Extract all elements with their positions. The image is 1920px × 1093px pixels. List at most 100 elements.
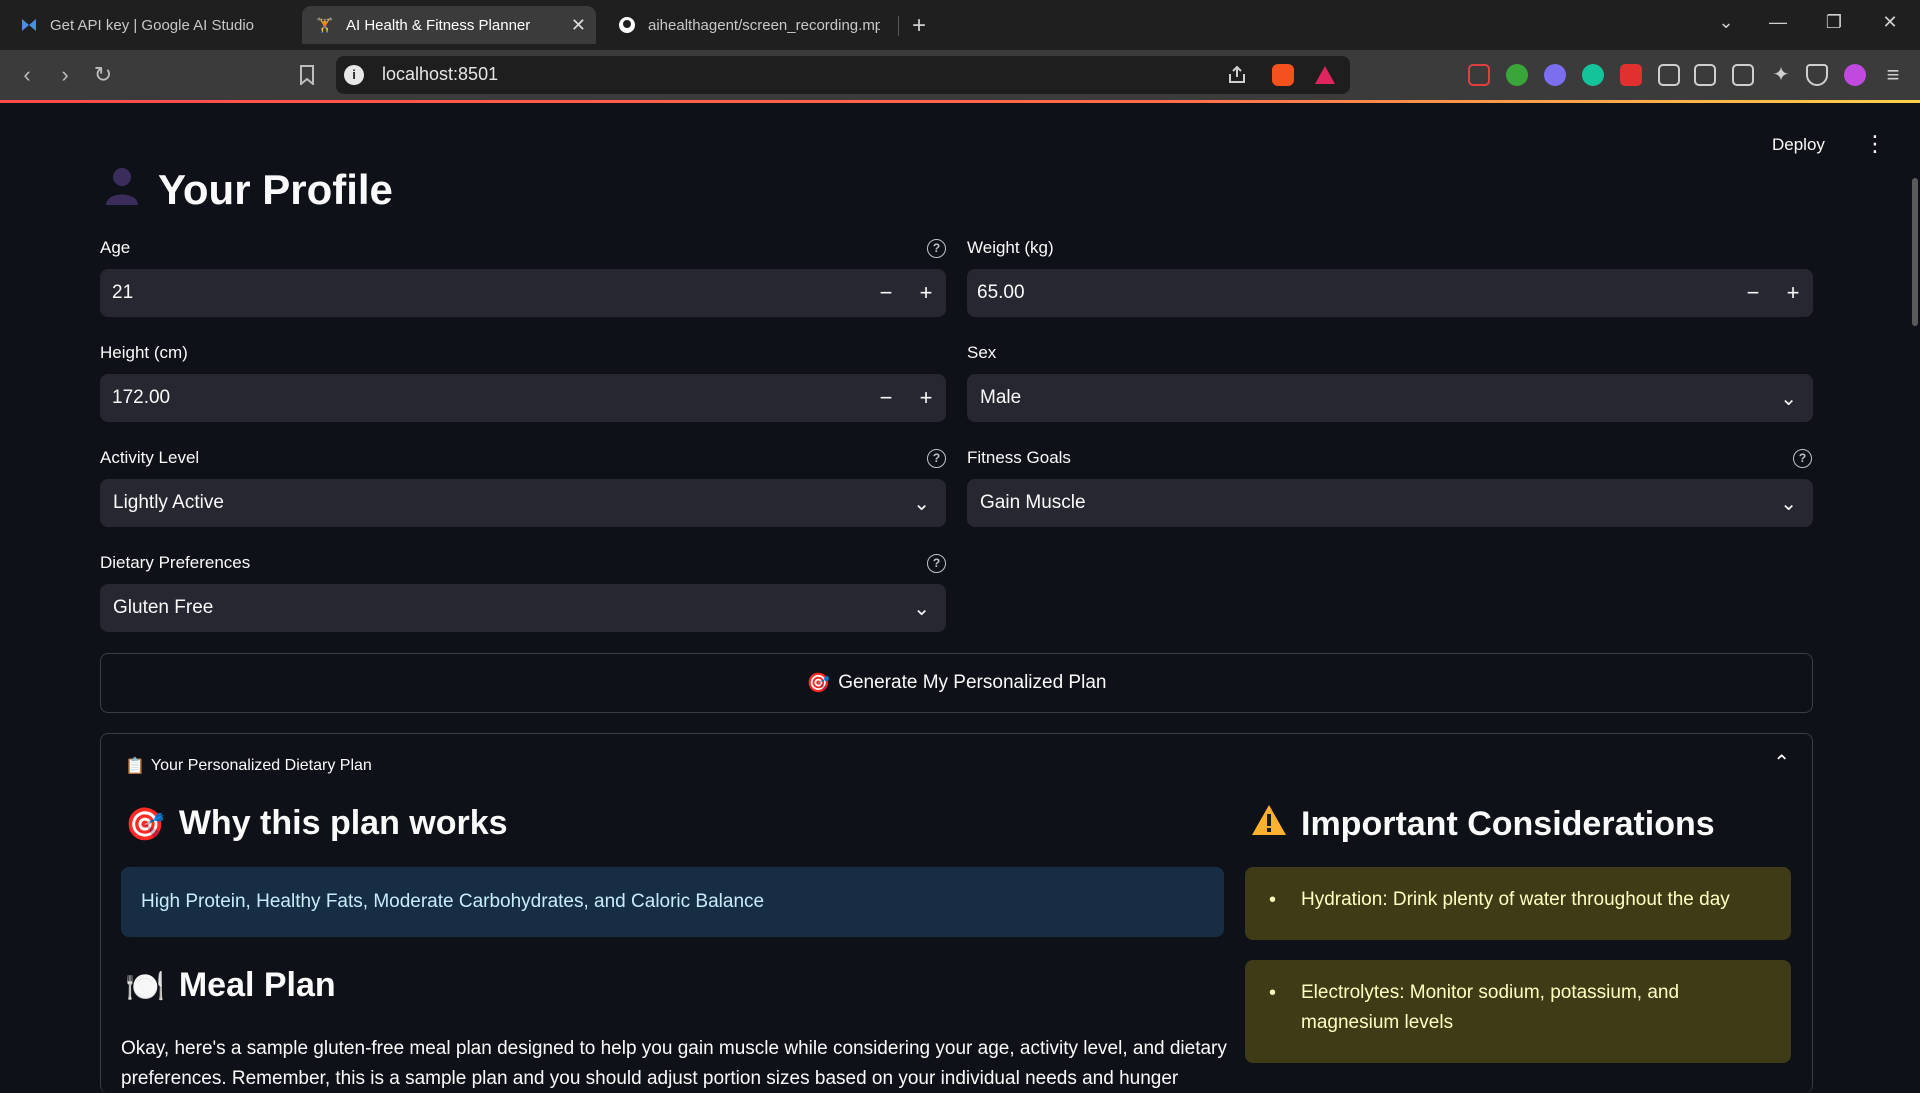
main-menu-icon[interactable]: ⋮ [1864,131,1886,157]
tab-ai-health-fitness[interactable]: 🏋 AI Health & Fitness Planner ✕ [302,6,596,44]
extension-pen-icon[interactable] [1620,64,1642,86]
sex-select[interactable]: Male ⌄ [967,374,1813,422]
chevron-down-icon[interactable]: ⌄ [1780,386,1797,411]
diet-value[interactable]: Gluten Free [113,597,213,619]
activity-label: Activity Level [100,448,200,467]
tab-title: Get API key | Google AI Studio [50,16,255,34]
reload-icon[interactable]: ↻ [90,62,116,88]
sex-value[interactable]: Male [980,387,1021,409]
site-info-icon[interactable]: i [344,65,364,85]
new-tab-icon[interactable]: + [912,12,926,40]
minimize-icon[interactable]: — [1766,12,1790,33]
meal-heading-text: Meal Plan [178,966,336,1004]
weight-increment-button[interactable]: + [1773,269,1813,317]
target-icon: 🎯 [125,805,165,842]
age-value[interactable]: 21 [112,282,133,304]
scrollbar[interactable] [1912,178,1918,326]
restore-icon[interactable]: ❐ [1822,12,1846,33]
extensions-puzzle-icon[interactable] [1658,64,1680,86]
weight-decrement-button[interactable]: − [1733,269,1773,317]
trophy-icon: 🏋 [316,16,334,33]
share-icon[interactable] [1226,64,1248,86]
diet-label: Dietary Preferences [100,553,251,572]
considerations-heading: Important Considerations [1251,804,1715,844]
height-decrement-button[interactable]: − [866,374,906,422]
tab-search-chevron-icon[interactable]: ⌄ [1714,12,1738,33]
close-window-icon[interactable]: ✕ [1878,12,1902,33]
weight-label: Weight (kg) [967,238,1054,257]
extension-cloud-icon[interactable] [1544,64,1566,86]
weight-input[interactable]: 65.00 − + [967,269,1813,317]
age-label: Age [100,238,131,257]
chevron-down-icon[interactable]: ⌄ [913,491,930,516]
age-increment-button[interactable]: + [906,269,946,317]
back-icon[interactable]: ‹ [14,62,40,88]
height-label: Height (cm) [100,343,188,362]
target-icon: 🎯 [806,673,831,694]
expander-header[interactable]: 📋 Your Personalized Dietary Plan [125,756,372,776]
vpn-shield-icon[interactable] [1806,64,1828,86]
forward-icon[interactable]: › [52,62,78,88]
bookmark-icon[interactable] [294,65,320,90]
sidebar-toggle-icon[interactable] [1694,64,1716,86]
goals-value[interactable]: Gain Muscle [980,492,1086,514]
person-silhouette-icon [100,163,158,216]
menu-icon[interactable]: ≡ [1882,64,1904,86]
why-heading: 🎯 Why this plan works [125,804,508,843]
generate-plan-button[interactable]: 🎯 Generate My Personalized Plan [100,653,1813,713]
activity-select[interactable]: Lightly Active ⌄ [100,479,946,527]
height-input[interactable]: 172.00 − + [100,374,946,422]
why-heading-text: Why this plan works [178,804,508,842]
deploy-button[interactable]: Deploy [1772,135,1825,155]
chevron-down-icon[interactable]: ⌄ [913,596,930,621]
consideration-item: Electrolytes: Monitor sodium, potassium,… [1245,960,1791,1063]
height-increment-button[interactable]: + [906,374,946,422]
close-tab-icon[interactable]: ✕ [571,15,586,36]
height-value[interactable]: 172.00 [112,387,170,409]
age-help-icon[interactable]: ? [927,239,946,258]
activity-value[interactable]: Lightly Active [113,492,224,514]
chevron-down-icon[interactable]: ⌄ [1780,491,1797,516]
consideration-item: Hydration: Drink plenty of water through… [1245,867,1791,940]
tab-title: aihealthagent/screen_recording.mp [648,16,880,34]
leo-ai-icon[interactable]: ✦ [1770,64,1792,86]
weight-value[interactable]: 65.00 [977,282,1025,304]
github-icon [618,16,636,34]
url-text[interactable]: localhost:8501 [382,64,498,85]
diet-help-icon[interactable]: ? [927,554,946,573]
goals-label: Fitness Goals [967,448,1071,467]
wallet-icon[interactable] [1732,64,1754,86]
expander-title: Your Personalized Dietary Plan [150,757,372,774]
diet-select[interactable]: Gluten Free ⌄ [100,584,946,632]
consideration-text: Hydration: Drink plenty of water through… [1301,889,1730,910]
plate-icon: 🍽️ [125,967,165,1004]
extension-pdf-icon[interactable] [1468,64,1490,86]
tab-github[interactable]: aihealthagent/screen_recording.mp [604,6,894,44]
considerations-heading-text: Important Considerations [1301,804,1715,843]
age-decrement-button[interactable]: − [866,269,906,317]
page-title: Your Profile [100,163,393,216]
grammarly-icon[interactable] [1582,64,1604,86]
brave-shield-icon[interactable] [1272,64,1294,86]
profile-heading: Your Profile [158,165,393,213]
meal-plan-heading: 🍽️ Meal Plan [125,966,336,1005]
why-text: High Protein, Healthy Fats, Moderate Car… [141,891,765,912]
tab-separator [898,16,899,36]
tab-title: AI Health & Fitness Planner [346,16,531,34]
age-input[interactable]: 21 − + [100,269,946,317]
tab-google-ai-studio[interactable]: Get API key | Google AI Studio [6,6,294,44]
goals-help-icon[interactable]: ? [1793,449,1812,468]
streamlit-app: Deploy ⋮ Your Profile Age ? 21 − + Weigh… [0,103,1920,1093]
activity-help-icon[interactable]: ? [927,449,946,468]
browser-tabstrip: Get API key | Google AI Studio 🏋 AI Heal… [0,0,1920,50]
sex-label: Sex [967,343,997,362]
meal-plan-text: Okay, here's a sample gluten-free meal p… [121,1038,1227,1089]
chevron-up-icon[interactable]: ⌃ [1773,750,1790,775]
profile-avatar-icon[interactable] [1844,64,1866,86]
brave-rewards-icon[interactable] [1314,64,1336,86]
warning-icon [1251,804,1287,844]
goals-select[interactable]: Gain Muscle ⌄ [967,479,1813,527]
clipboard-icon: 📋 [125,758,145,775]
extension-plus-icon[interactable] [1506,64,1528,86]
google-ai-studio-icon [20,16,38,34]
